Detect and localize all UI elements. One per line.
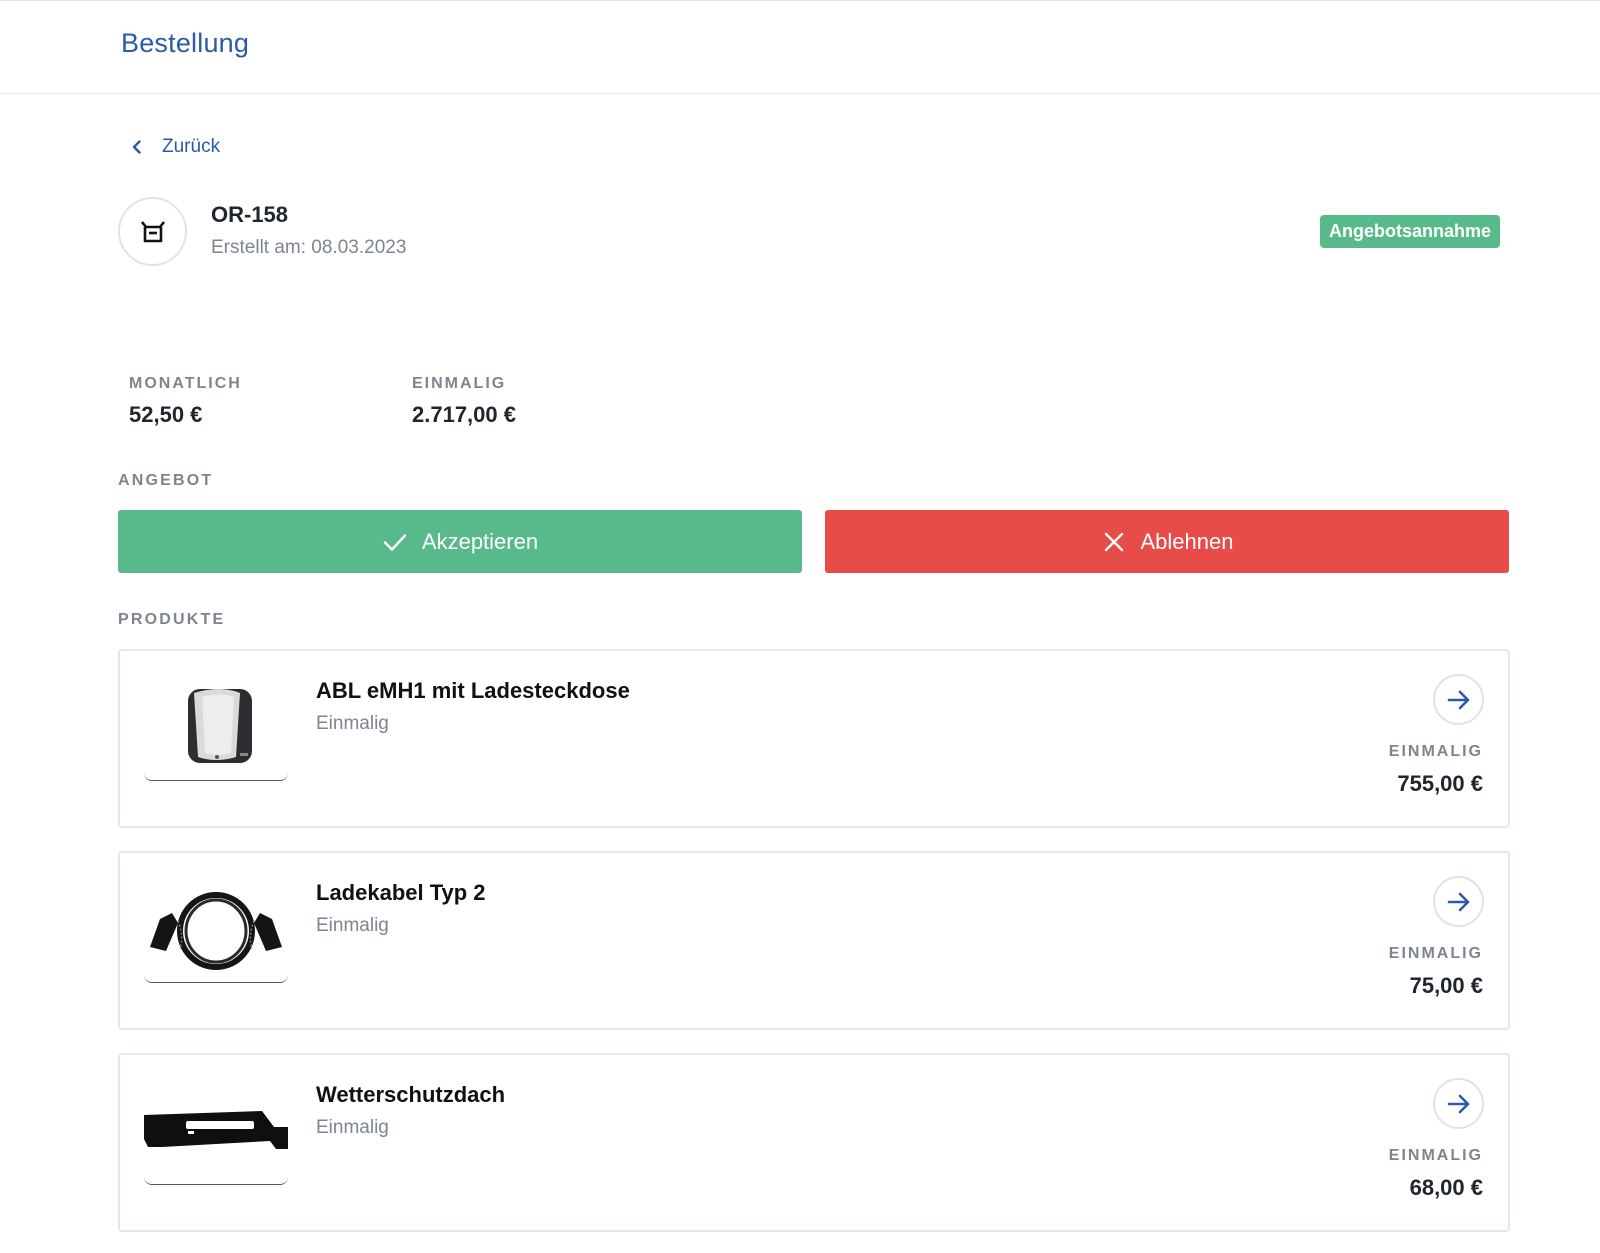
back-link[interactable]: Zurück bbox=[128, 136, 220, 158]
wallbox-image bbox=[144, 673, 288, 781]
back-link-label: Zurück bbox=[162, 136, 221, 157]
once-value: 2.717,00 € bbox=[412, 402, 516, 427]
product-type: Einmalig bbox=[316, 1117, 389, 1138]
products-section-label: PRODUKTE bbox=[118, 611, 226, 628]
arrow-right-icon bbox=[1447, 1094, 1469, 1113]
product-price-label: EINMALIG bbox=[1388, 743, 1483, 760]
arrow-right-icon bbox=[1447, 690, 1469, 709]
offer-section-label: ANGEBOT bbox=[118, 472, 214, 489]
product-detail-button[interactable] bbox=[1433, 674, 1484, 725]
product-name: Ladekabel Typ 2 bbox=[316, 880, 486, 905]
once-label: EINMALIG bbox=[412, 375, 507, 392]
product-price: 68,00 € bbox=[1409, 1175, 1483, 1200]
product-type: Einmalig bbox=[316, 713, 389, 734]
order-basket-icon bbox=[118, 197, 187, 266]
product-price-label: EINMALIG bbox=[1388, 945, 1483, 962]
top-bar: Bestellung bbox=[0, 0, 1600, 94]
product-detail-button[interactable] bbox=[1433, 876, 1484, 927]
product-price: 75,00 € bbox=[1409, 973, 1483, 998]
accept-button[interactable]: Akzeptieren bbox=[118, 510, 802, 573]
charging-cable-image bbox=[144, 875, 288, 983]
product-name: ABL eMH1 mit Ladesteckdose bbox=[316, 678, 630, 703]
product-card: ABL eMH1 mit Ladesteckdose Einmalig EINM… bbox=[118, 649, 1510, 828]
product-price: 755,00 € bbox=[1397, 771, 1483, 796]
close-icon bbox=[1104, 532, 1123, 551]
chevron-left-icon bbox=[132, 140, 141, 154]
weather-roof-image bbox=[144, 1077, 288, 1185]
monthly-value: 52,50 € bbox=[129, 402, 203, 427]
decline-button-label: Ablehnen bbox=[1140, 528, 1234, 554]
page-title: Bestellung bbox=[121, 28, 250, 58]
product-price-label: EINMALIG bbox=[1388, 1147, 1483, 1164]
product-card: Ladekabel Typ 2 Einmalig EINMALIG 75,00 … bbox=[118, 851, 1510, 1030]
check-icon bbox=[383, 533, 407, 551]
product-card: Wetterschutzdach Einmalig EINMALIG 68,00… bbox=[118, 1053, 1510, 1232]
order-id: OR-158 bbox=[211, 202, 289, 227]
product-type: Einmalig bbox=[316, 915, 389, 936]
product-detail-button[interactable] bbox=[1433, 1078, 1484, 1129]
accept-button-label: Akzeptieren bbox=[421, 528, 539, 554]
monthly-label: MONATLICH bbox=[129, 375, 242, 392]
status-badge: Angebotsannahme bbox=[1320, 215, 1501, 248]
decline-button[interactable]: Ablehnen bbox=[825, 510, 1509, 573]
product-name: Wetterschutzdach bbox=[316, 1082, 506, 1107]
arrow-right-icon bbox=[1447, 892, 1469, 911]
order-created-date: Erstellt am: 08.03.2023 bbox=[211, 237, 407, 258]
